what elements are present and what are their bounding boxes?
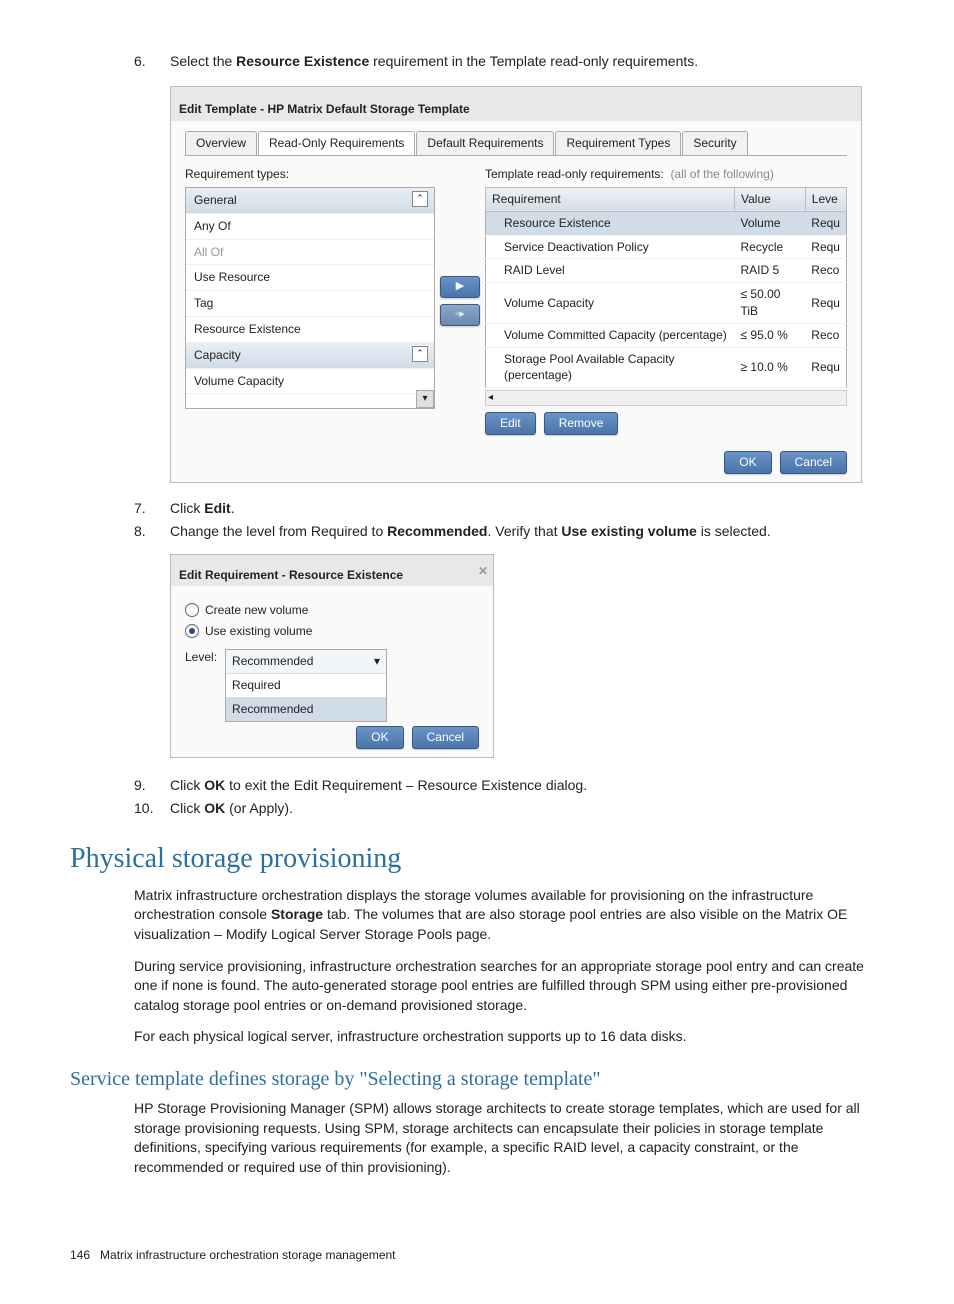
list-item-volume-capacity[interactable]: Volume Capacity <box>186 369 434 395</box>
table-row[interactable]: RAID LevelRAID 5Reco <box>486 259 847 283</box>
paragraph: During service provisioning, infrastruct… <box>134 957 884 1016</box>
tab-read-only-requirements[interactable]: Read-Only Requirements <box>258 131 415 155</box>
chevron-down-icon: ▾ <box>374 653 380 670</box>
table-row[interactable]: Volume Capacity≤ 50.00 TiBRequ <box>486 283 847 324</box>
move-right-all-button[interactable]: ▫ ▸ <box>440 304 480 326</box>
paragraph: HP Storage Provisioning Manager (SPM) al… <box>134 1099 884 1177</box>
step-10-text: Click OK (or Apply). <box>170 799 884 819</box>
requirement-types-label: Requirement types: <box>185 166 435 183</box>
table-row[interactable]: Resource ExistenceVolumeRequ <box>486 211 847 235</box>
paragraph: For each physical logical server, infras… <box>134 1027 884 1047</box>
list-item-tag[interactable]: Tag <box>186 291 434 317</box>
paragraph: Matrix infrastructure orchestration disp… <box>134 886 884 945</box>
tabs-bar: Overview Read-Only Requirements Default … <box>185 131 847 156</box>
table-row[interactable]: Volume Committed Capacity (percentage)≤ … <box>486 323 847 347</box>
heading-service-template-defines-storage: Service template defines storage by "Sel… <box>70 1065 884 1093</box>
tab-overview[interactable]: Overview <box>185 131 257 155</box>
cancel-button[interactable]: Cancel <box>780 451 847 474</box>
step-6-number: 6. <box>134 52 170 72</box>
triangle-right-icon: ▶ <box>456 279 464 294</box>
collapse-icon[interactable]: ⌃ <box>412 346 428 362</box>
list-item-use-resource[interactable]: Use Resource <box>186 265 434 291</box>
scroll-down-icon[interactable]: ▾ <box>416 390 434 408</box>
level-dropdown[interactable]: Recommended ▾ Required Recommended <box>225 649 387 721</box>
triangle-right-icon: ▸ <box>459 307 465 322</box>
radio-label: Create new volume <box>205 602 308 619</box>
edit-requirement-title: Edit Requirement - Resource Existence ✕ <box>171 555 493 586</box>
step-9-text: Click OK to exit the Edit Requirement – … <box>170 776 884 796</box>
col-requirement[interactable]: Requirement <box>486 187 735 211</box>
step-7-text: Click Edit. <box>170 499 884 519</box>
dropdown-option-recommended[interactable]: Recommended <box>226 697 386 721</box>
requirements-table: Requirement Value Leve Resource Existenc… <box>485 187 847 388</box>
step-9-number: 9. <box>134 776 170 796</box>
list-item-capacity[interactable]: Capacity ⌃ <box>186 343 434 369</box>
tab-requirement-types[interactable]: Requirement Types <box>555 131 681 155</box>
step-8-number: 8. <box>134 522 170 542</box>
collapse-icon[interactable]: ⌃ <box>412 191 428 207</box>
list-item-all-of: All Of <box>186 240 434 266</box>
remove-button[interactable]: Remove <box>544 412 619 435</box>
edit-button[interactable]: Edit <box>485 412 536 435</box>
cancel-button[interactable]: Cancel <box>412 726 479 749</box>
col-level[interactable]: Leve <box>805 187 846 211</box>
tab-security[interactable]: Security <box>682 131 747 155</box>
ok-button[interactable]: OK <box>724 451 771 474</box>
edit-requirement-dialog: Edit Requirement - Resource Existence ✕ … <box>170 554 494 758</box>
requirement-types-listbox[interactable]: ▴ General ⌃ Any Of All Of Use Resource T… <box>185 187 435 409</box>
level-label: Level: <box>185 649 217 666</box>
move-right-button[interactable]: ▶ <box>440 276 480 298</box>
template-requirements-label: Template read-only requirements: (all of… <box>485 166 847 183</box>
list-item-any-of[interactable]: Any Of <box>186 214 434 240</box>
edit-template-title: Edit Template - HP Matrix Default Storag… <box>171 87 861 122</box>
step-10-number: 10. <box>134 799 170 819</box>
radio-create-new-volume[interactable] <box>185 603 199 617</box>
dropdown-option-required[interactable]: Required <box>226 673 386 697</box>
close-icon[interactable]: ✕ <box>478 563 487 580</box>
step-8-text: Change the level from Required to Recomm… <box>170 522 884 542</box>
edit-template-panel: Edit Template - HP Matrix Default Storag… <box>170 86 862 483</box>
step-7-number: 7. <box>134 499 170 519</box>
table-row[interactable]: Service Deactivation PolicyRecycleRequ <box>486 235 847 259</box>
step-6-text: Select the Resource Existence requiremen… <box>170 52 884 72</box>
page-footer: 146 Matrix infrastructure orchestration … <box>70 1247 884 1264</box>
list-item-general[interactable]: General ⌃ <box>186 188 434 214</box>
table-row[interactable]: Storage Pool Available Capacity (percent… <box>486 347 847 388</box>
col-value[interactable]: Value <box>734 187 805 211</box>
tab-default-requirements[interactable]: Default Requirements <box>416 131 554 155</box>
heading-physical-storage-provisioning: Physical storage provisioning <box>70 839 884 878</box>
radio-label: Use existing volume <box>205 623 312 640</box>
list-item-resource-existence[interactable]: Resource Existence <box>186 317 434 343</box>
ok-button[interactable]: OK <box>356 726 403 749</box>
horizontal-scrollbar[interactable]: ◂ <box>485 390 847 406</box>
triangle-left-icon: ◂ <box>488 391 493 405</box>
radio-use-existing-volume[interactable] <box>185 624 199 638</box>
